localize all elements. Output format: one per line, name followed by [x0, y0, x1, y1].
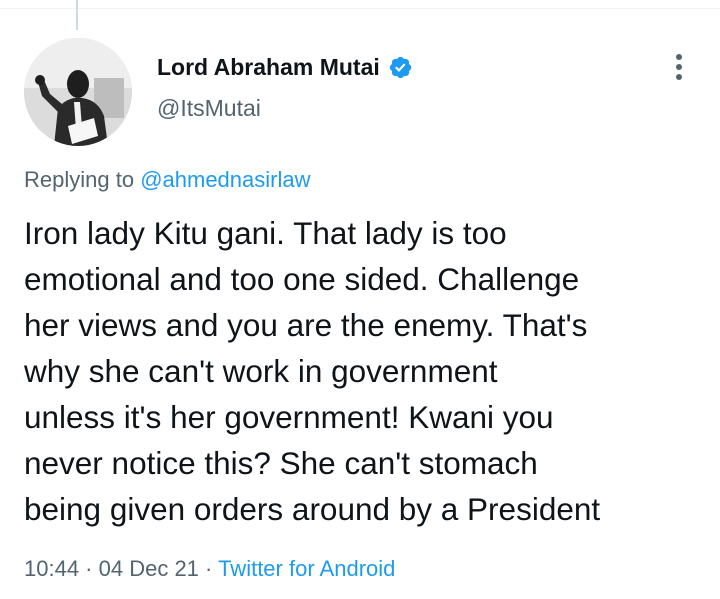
replying-to-label: Replying to	[24, 167, 141, 192]
tweet-detail: Lord Abraham Mutai @ItsMutai Replying to…	[0, 0, 720, 599]
tweet-source-link[interactable]: Twitter for Android	[218, 556, 395, 581]
tweet-time-link[interactable]: 10:44	[24, 556, 79, 581]
author-handle[interactable]: @ItsMutai	[157, 95, 261, 122]
meta-separator: ·	[198, 556, 219, 581]
verified-badge-icon	[389, 56, 411, 79]
author-display-name[interactable]: Lord Abraham Mutai	[157, 54, 380, 81]
avatar[interactable]	[24, 38, 132, 146]
replying-to-line: Replying to @ahmednasirlaw	[24, 167, 310, 193]
thread-connector-line	[76, 0, 78, 30]
meta-separator: ·	[79, 556, 99, 581]
replying-to-mention-link[interactable]: @ahmednasirlaw	[140, 167, 310, 192]
tweet-metadata: 10:44 · 04 Dec 21 · Twitter for Android	[24, 556, 395, 582]
tweet-date-link[interactable]: 04 Dec 21	[99, 556, 199, 581]
avatar-photo-icon	[24, 38, 132, 146]
more-options-button[interactable]	[664, 50, 694, 84]
divider	[0, 8, 720, 9]
tweet-text: Iron lady Kitu gani. That lady is too em…	[24, 215, 601, 527]
more-vertical-icon	[676, 54, 682, 80]
author-name-row: Lord Abraham Mutai	[157, 54, 413, 81]
